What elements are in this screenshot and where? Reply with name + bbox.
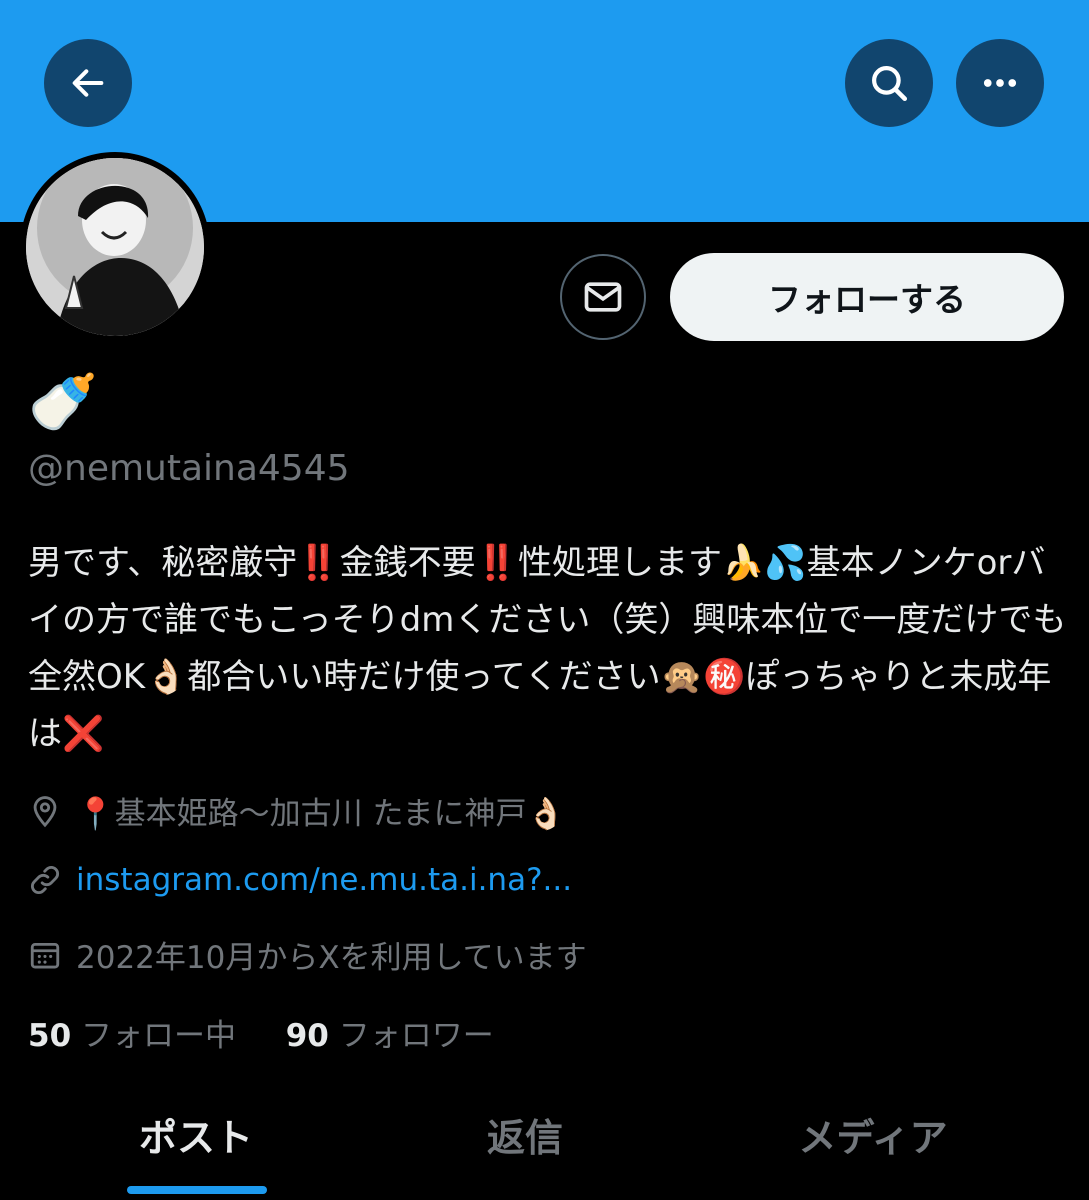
following-count: 50 (28, 1018, 72, 1054)
followers-label: フォロワー (338, 1018, 494, 1054)
following-link[interactable]: 50 フォロー中 (28, 1018, 246, 1054)
website-link[interactable]: instagram.com/ne.mu.ta.i.na?... (76, 862, 572, 898)
avatar-image (26, 158, 204, 336)
tab-media[interactable]: メディア (798, 1107, 947, 1162)
link-icon (31, 866, 59, 894)
envelope-icon (584, 282, 622, 312)
location-pin-icon (33, 795, 57, 827)
joined-row: 2022年10月からXを利用しています (28, 932, 587, 977)
more-button[interactable] (956, 39, 1044, 127)
tab-replies[interactable]: 返信 (487, 1107, 563, 1162)
active-tab-indicator (127, 1186, 267, 1194)
display-name: 🍼 (28, 370, 98, 435)
tab-posts[interactable]: ポスト (139, 1107, 253, 1162)
back-button[interactable] (44, 39, 132, 127)
following-label: フォロー中 (81, 1018, 236, 1054)
arrow-left-icon (72, 69, 104, 97)
location-row: 📍基本姫路〜加古川 たまに神戸👌🏻 (28, 788, 565, 833)
more-dots-icon (983, 79, 1017, 87)
search-icon (872, 66, 908, 102)
profile-tabs: ポスト 返信 メディア (0, 1085, 1089, 1200)
followers-link[interactable]: 90 フォロワー (286, 1018, 494, 1054)
profile-bio: 男です、秘密厳守‼️金銭不要‼️性処理します🍌💦基本ノンケorバイの方で誰でもこ… (28, 543, 1067, 754)
follow-stats: 50 フォロー中 90 フォロワー (28, 1010, 494, 1055)
message-button[interactable] (560, 254, 646, 340)
avatar[interactable] (20, 152, 210, 342)
location-text: 📍基本姫路〜加古川 たまに神戸👌🏻 (76, 796, 566, 832)
joined-date: 2022年10月からXを利用しています (76, 940, 587, 976)
user-handle: @nemutaina4545 (28, 448, 350, 489)
website-row: instagram.com/ne.mu.ta.i.na?... (28, 862, 572, 898)
search-button[interactable] (845, 39, 933, 127)
followers-count: 90 (285, 1018, 329, 1054)
follow-button[interactable]: フォローする (670, 253, 1064, 341)
calendar-icon (30, 942, 60, 968)
